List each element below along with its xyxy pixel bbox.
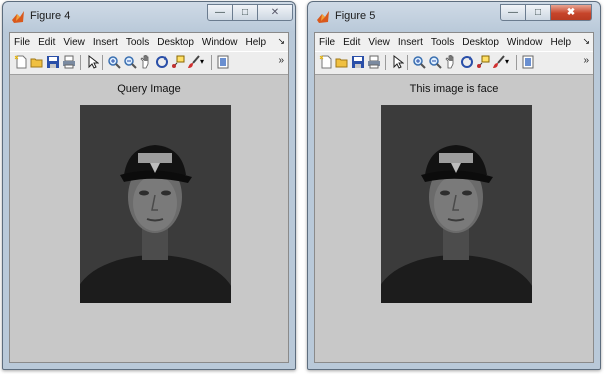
rotate-3d-icon[interactable] xyxy=(460,55,474,69)
figure-client-area: File Edit View Insert Tools Desktop Wind… xyxy=(314,32,594,363)
menu-desktop[interactable]: Desktop xyxy=(157,37,194,48)
menu-desktop[interactable]: Desktop xyxy=(462,37,499,48)
data-cursor-icon[interactable] xyxy=(171,55,185,69)
figure-window-5: Figure 5 — □ ✖ File Edit View Insert Too… xyxy=(307,1,601,370)
minimize-button[interactable]: — xyxy=(500,4,526,21)
window-controls: — □ ✖ xyxy=(500,4,592,22)
menu-window[interactable]: Window xyxy=(507,37,543,48)
matlab-logo-icon xyxy=(12,11,24,23)
pan-hand-icon[interactable] xyxy=(444,55,458,69)
figure-title: Query Image xyxy=(117,83,181,95)
matlab-logo-icon xyxy=(317,11,329,23)
window-title: Figure 5 xyxy=(335,10,376,22)
toolbar-overflow-icon[interactable]: » xyxy=(278,55,284,66)
toolbar-separator xyxy=(102,55,103,70)
zoom-out-icon[interactable] xyxy=(428,55,442,69)
figure-title: This image is face xyxy=(409,83,499,95)
brush-icon[interactable] xyxy=(187,55,201,69)
menu-tools[interactable]: Tools xyxy=(126,37,149,48)
menu-bar: File Edit View Insert Tools Desktop Wind… xyxy=(315,33,593,51)
save-icon[interactable] xyxy=(46,55,60,69)
minimize-button[interactable]: — xyxy=(207,4,233,21)
zoom-out-icon[interactable] xyxy=(123,55,137,69)
query-face-image xyxy=(80,105,231,303)
toolbar-separator xyxy=(385,55,386,70)
toolbar-separator xyxy=(516,55,517,70)
window-title: Figure 4 xyxy=(30,10,71,22)
menu-bar: File Edit View Insert Tools Desktop Wind… xyxy=(10,33,288,51)
toolbar-overflow-icon[interactable]: » xyxy=(583,55,589,66)
menu-tools[interactable]: Tools xyxy=(431,37,454,48)
menu-view[interactable]: View xyxy=(63,37,85,48)
save-icon[interactable] xyxy=(351,55,365,69)
print-icon[interactable] xyxy=(367,55,381,69)
data-cursor-icon[interactable] xyxy=(476,55,490,69)
menu-edit[interactable]: Edit xyxy=(38,37,55,48)
menu-view[interactable]: View xyxy=(368,37,390,48)
title-bar[interactable]: Figure 5 — □ ✖ xyxy=(308,2,600,32)
menu-overflow-icon[interactable]: ↘ xyxy=(277,36,285,47)
open-folder-icon[interactable] xyxy=(335,55,349,69)
close-button[interactable]: ✕ xyxy=(257,4,293,21)
brush-icon[interactable] xyxy=(492,55,506,69)
maximize-button[interactable]: □ xyxy=(525,4,551,21)
zoom-in-icon[interactable] xyxy=(107,55,121,69)
figure-window-4: Figure 4 — □ ✕ File Edit View Insert Too… xyxy=(2,1,296,370)
open-folder-icon[interactable] xyxy=(30,55,44,69)
menu-file[interactable]: File xyxy=(319,37,335,48)
new-file-icon[interactable] xyxy=(14,55,28,69)
insert-colorbar-icon[interactable] xyxy=(521,55,535,69)
figure-toolbar: ▾ » xyxy=(10,51,288,75)
title-bar[interactable]: Figure 4 — □ ✕ xyxy=(3,2,295,32)
print-icon[interactable] xyxy=(62,55,76,69)
zoom-in-icon[interactable] xyxy=(412,55,426,69)
window-controls: — □ ✕ xyxy=(207,4,293,22)
menu-file[interactable]: File xyxy=(14,37,30,48)
menu-help[interactable]: Help xyxy=(246,37,267,48)
maximize-button[interactable]: □ xyxy=(232,4,258,21)
matched-face-image xyxy=(381,105,532,303)
menu-window[interactable]: Window xyxy=(202,37,238,48)
toolbar-separator xyxy=(211,55,212,70)
insert-colorbar-icon[interactable] xyxy=(216,55,230,69)
menu-edit[interactable]: Edit xyxy=(343,37,360,48)
rotate-3d-icon[interactable] xyxy=(155,55,169,69)
menu-insert[interactable]: Insert xyxy=(93,37,118,48)
menu-help[interactable]: Help xyxy=(551,37,572,48)
pan-hand-icon[interactable] xyxy=(139,55,153,69)
close-button[interactable]: ✖ xyxy=(550,4,592,21)
pointer-icon[interactable] xyxy=(390,55,404,69)
new-file-icon[interactable] xyxy=(319,55,333,69)
toolbar-separator xyxy=(80,55,81,70)
figure-toolbar: ▾ » xyxy=(315,51,593,75)
menu-insert[interactable]: Insert xyxy=(398,37,423,48)
pointer-icon[interactable] xyxy=(85,55,99,69)
figure-client-area: File Edit View Insert Tools Desktop Wind… xyxy=(9,32,289,363)
toolbar-separator xyxy=(407,55,408,70)
menu-overflow-icon[interactable]: ↘ xyxy=(582,36,590,47)
